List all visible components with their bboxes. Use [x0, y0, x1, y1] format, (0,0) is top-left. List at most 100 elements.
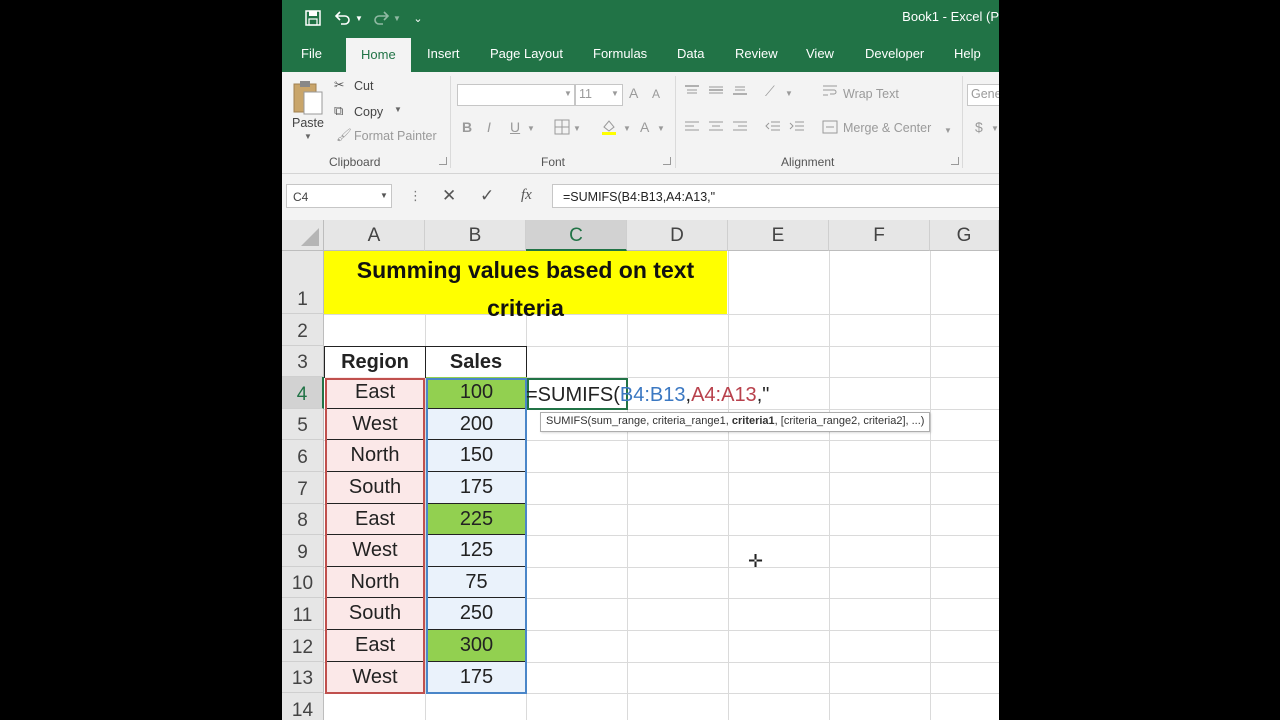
header-sales-cell[interactable]: Sales — [425, 346, 527, 378]
tab-file[interactable]: File — [301, 36, 322, 72]
row-header-9[interactable]: 9 — [282, 535, 324, 567]
font-name-dropdown-icon[interactable]: ▼ — [564, 89, 572, 98]
align-right-icon[interactable] — [732, 120, 748, 137]
bottom-align-icon[interactable] — [732, 84, 748, 99]
region-cell[interactable]: East — [325, 377, 425, 409]
underline-dropdown-icon[interactable]: ▼ — [527, 124, 535, 133]
column-header-d[interactable]: D — [627, 220, 728, 251]
select-all-button[interactable] — [282, 220, 324, 251]
formula-input[interactable]: =SUMIFS(B4:B13,A4:A13," — [552, 184, 999, 208]
tab-view[interactable]: View — [806, 36, 834, 72]
paste-dropdown-icon[interactable]: ▼ — [304, 132, 312, 141]
region-cell[interactable]: West — [325, 408, 425, 441]
merge-center-icon[interactable] — [822, 120, 838, 137]
region-cell[interactable]: South — [325, 472, 425, 504]
bold-button[interactable]: B — [462, 119, 472, 135]
underline-button[interactable]: U — [510, 119, 520, 135]
sales-cell[interactable]: 200 — [426, 408, 527, 441]
orientation-dropdown-icon[interactable]: ▼ — [785, 89, 793, 98]
tab-page-layout[interactable]: Page Layout — [490, 36, 563, 72]
sales-cell[interactable]: 125 — [426, 535, 527, 567]
borders-dropdown-icon[interactable]: ▼ — [573, 124, 581, 133]
editing-formula-cell[interactable]: =SUMIFS(B4:B13,A4:A13," — [526, 378, 769, 409]
font-color-dropdown-icon[interactable]: ▼ — [657, 124, 665, 133]
sales-cell[interactable]: 75 — [426, 566, 527, 599]
decrease-indent-icon[interactable] — [765, 120, 781, 137]
column-header-e[interactable]: E — [728, 220, 829, 251]
redo-icon[interactable] — [370, 6, 392, 30]
region-cell[interactable]: West — [325, 661, 425, 694]
column-header-a[interactable]: A — [324, 220, 425, 251]
region-cell[interactable]: North — [325, 440, 425, 472]
row-header-11[interactable]: 11 — [282, 598, 324, 630]
tab-insert[interactable]: Insert — [427, 36, 460, 72]
shrink-font-button[interactable]: A — [652, 87, 660, 101]
sales-cell[interactable]: 175 — [426, 661, 527, 694]
insert-function-button[interactable]: fx — [521, 187, 532, 204]
region-cell[interactable]: West — [325, 535, 425, 567]
copy-button[interactable]: Copy — [354, 105, 383, 119]
currency-format-button[interactable]: $ — [975, 119, 983, 135]
orientation-icon[interactable]: ⟋ — [765, 83, 775, 100]
fill-color-dropdown-icon[interactable]: ▼ — [623, 124, 631, 133]
font-size-dropdown-icon[interactable]: ▼ — [611, 89, 619, 98]
copy-icon[interactable]: ⧉ — [334, 103, 343, 119]
customize-toolbar-icon[interactable]: ⌄ — [412, 6, 424, 30]
font-name-select[interactable] — [457, 84, 575, 106]
region-cell[interactable]: East — [325, 503, 425, 536]
cut-icon[interactable]: ✂ — [334, 77, 344, 92]
clipboard-launcher-icon[interactable] — [439, 157, 447, 165]
format-painter-button[interactable]: Format Painter — [354, 129, 437, 143]
formula-bar-resize-icon[interactable]: ⋮ — [409, 188, 422, 204]
name-box-dropdown-icon[interactable]: ▼ — [380, 191, 388, 200]
sales-cell[interactable]: 150 — [426, 440, 527, 472]
sales-cell[interactable]: 100 — [426, 377, 527, 409]
wrap-text-icon[interactable] — [822, 84, 838, 101]
tab-developer[interactable]: Developer — [865, 36, 924, 72]
grow-font-button[interactable]: A — [629, 85, 638, 101]
column-header-b[interactable]: B — [425, 220, 526, 251]
merge-center-button[interactable]: Merge & Center — [843, 121, 931, 135]
merge-center-dropdown-icon[interactable]: ▼ — [944, 126, 952, 135]
undo-icon[interactable] — [332, 6, 354, 30]
top-align-icon[interactable] — [684, 84, 700, 99]
region-cell[interactable]: North — [325, 566, 425, 599]
increase-indent-icon[interactable] — [789, 120, 805, 137]
row-header-3[interactable]: 3 — [282, 345, 324, 378]
row-header-10[interactable]: 10 — [282, 566, 324, 599]
header-region-cell[interactable]: Region — [324, 346, 426, 378]
row-header-14[interactable]: 14 — [282, 693, 324, 720]
region-cell[interactable]: South — [325, 598, 425, 630]
italic-button[interactable]: I — [487, 119, 491, 135]
cut-button[interactable]: Cut — [354, 79, 373, 93]
align-left-icon[interactable] — [684, 120, 700, 137]
column-header-g[interactable]: G — [930, 220, 999, 251]
fill-color-icon[interactable] — [600, 118, 618, 139]
region-cell[interactable]: East — [325, 630, 425, 662]
row-header-12[interactable]: 12 — [282, 630, 324, 662]
row-header-2[interactable]: 2 — [282, 314, 324, 346]
sales-cell[interactable]: 175 — [426, 472, 527, 504]
middle-align-icon[interactable] — [708, 84, 724, 99]
row-header-6[interactable]: 6 — [282, 440, 324, 472]
tab-data[interactable]: Data — [677, 36, 704, 72]
tab-review[interactable]: Review — [735, 36, 778, 72]
currency-dropdown-icon[interactable]: ▼ — [991, 124, 999, 133]
name-box[interactable]: C4 — [286, 184, 392, 208]
function-tooltip[interactable]: SUMIFS(sum_range, criteria_range1, crite… — [540, 412, 931, 432]
format-painter-icon[interactable]: 🖌 — [336, 128, 352, 143]
row-header-7[interactable]: 7 — [282, 472, 324, 504]
row-header-13[interactable]: 13 — [282, 661, 324, 694]
title-merged-cell[interactable]: Summing values based on text criteria — [324, 251, 727, 321]
align-center-icon[interactable] — [708, 120, 724, 137]
undo-dropdown-icon[interactable]: ▼ — [354, 6, 364, 30]
copy-dropdown-icon[interactable]: ▼ — [394, 105, 402, 114]
tab-help[interactable]: Help — [954, 36, 981, 72]
wrap-text-button[interactable]: Wrap Text — [843, 87, 899, 101]
paste-button[interactable]: Paste — [292, 116, 324, 130]
save-icon[interactable] — [302, 6, 324, 30]
redo-dropdown-icon[interactable]: ▼ — [392, 6, 402, 30]
enter-button[interactable]: ✓ — [480, 186, 494, 206]
sales-cell[interactable]: 225 — [426, 503, 527, 536]
row-header-4[interactable]: 4 — [282, 377, 324, 409]
